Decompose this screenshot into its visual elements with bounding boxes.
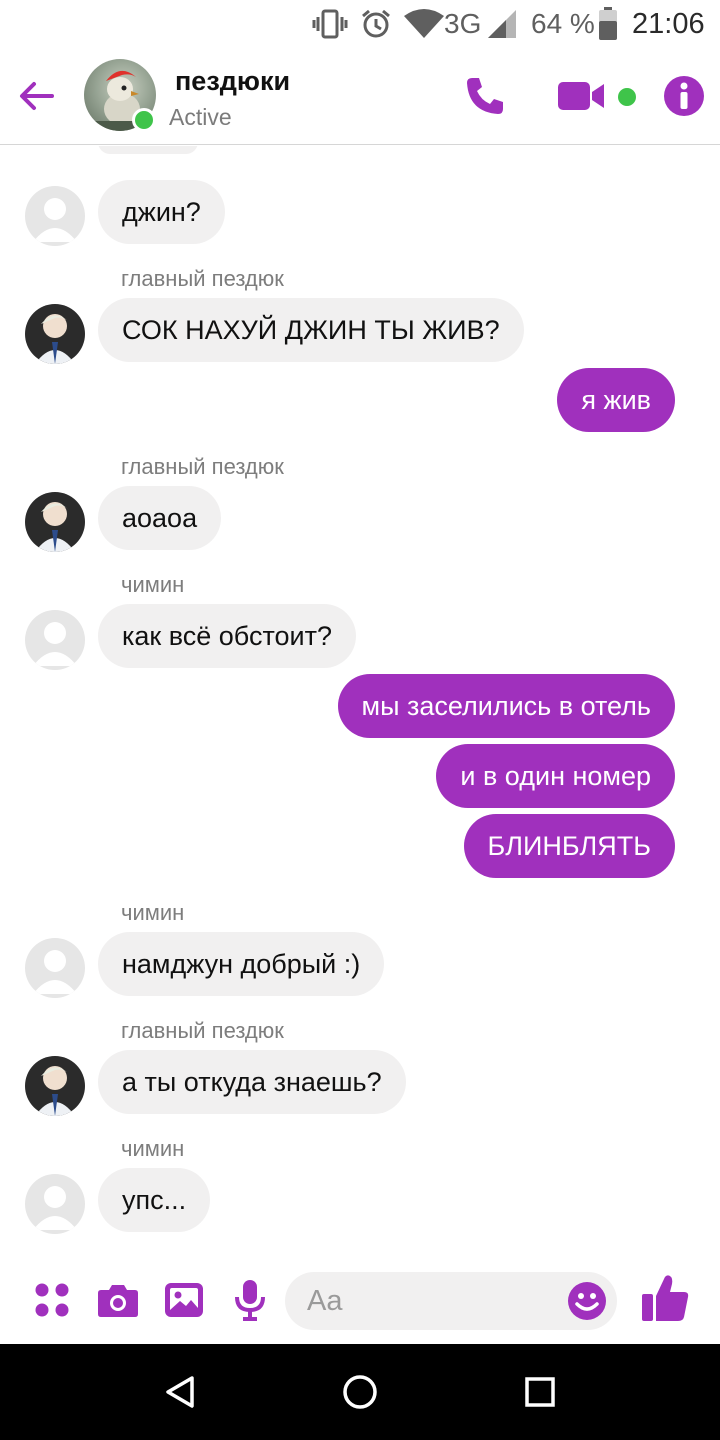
apps-icon: [35, 1283, 69, 1317]
nav-recents-button[interactable]: [516, 1368, 564, 1416]
thumbs-up-icon: [642, 1275, 689, 1321]
signal-icon: [486, 6, 518, 42]
sender-name: главный пездюк: [121, 454, 284, 479]
gallery-button[interactable]: [162, 1274, 206, 1326]
chat-title[interactable]: пездюки: [175, 66, 290, 97]
video-active-dot: [618, 88, 636, 106]
message-bubble-incoming[interactable]: намджун добрый :): [98, 932, 385, 996]
user-avatar[interactable]: [25, 492, 85, 552]
vibrate-icon: [312, 6, 348, 42]
call-button[interactable]: [460, 72, 510, 120]
default-avatar-icon[interactable]: [25, 938, 85, 998]
user-avatar[interactable]: [25, 1056, 85, 1116]
chat-header: пездюки Active: [0, 48, 720, 145]
message-bubble-incoming[interactable]: СОК НАХУЙ ДЖИН ТЫ ЖИВ?: [98, 298, 524, 362]
nav-home-button[interactable]: [336, 1368, 384, 1416]
sender-name: чимин: [121, 900, 185, 925]
message-input-box[interactable]: [285, 1272, 617, 1330]
back-arrow-icon: [20, 82, 54, 110]
battery-icon: [598, 6, 618, 42]
navigation-bar: [0, 1344, 720, 1440]
wifi-icon: [404, 6, 444, 42]
back-button[interactable]: [14, 74, 58, 118]
alarm-icon: [360, 6, 392, 42]
default-avatar-icon[interactable]: [25, 610, 85, 670]
video-camera-icon: [558, 82, 604, 110]
info-icon: [664, 76, 704, 116]
message-bubble-incoming[interactable]: упс...: [98, 1168, 211, 1232]
voice-button[interactable]: [228, 1274, 272, 1326]
message-bubble-incoming[interactable]: аоаоа: [98, 486, 222, 550]
like-button[interactable]: [638, 1272, 692, 1324]
user-avatar[interactable]: [25, 304, 85, 364]
chat-status: Active: [169, 104, 232, 130]
home-circle-icon: [343, 1375, 377, 1409]
message-input[interactable]: [307, 1272, 557, 1330]
info-button[interactable]: [662, 72, 706, 120]
default-avatar-icon[interactable]: [25, 186, 85, 246]
online-indicator: [132, 108, 156, 132]
default-avatar-icon[interactable]: [25, 1174, 85, 1234]
sender-name: главный пездюк: [121, 266, 284, 291]
emoji-button[interactable]: [567, 1281, 607, 1321]
message-composer: [0, 1256, 720, 1344]
message-bubble-outgoing[interactable]: и в один номер: [436, 744, 675, 808]
message-bubble-outgoing[interactable]: БЛИНБЛЯТЬ: [463, 814, 675, 878]
status-bar: 3G 64 % 21:06: [0, 0, 720, 48]
message-list[interactable]: джин? главный пездюк СОК НАХУЙ ДЖИН ТЫ Ж…: [0, 146, 720, 1256]
sender-name: чимин: [121, 572, 185, 597]
message-bubble-incoming[interactable]: а ты откуда знаешь?: [98, 1050, 406, 1114]
gallery-icon: [165, 1283, 203, 1317]
message-bubble-incoming[interactable]: как всё обстоит?: [98, 604, 357, 668]
message-bubble-outgoing[interactable]: мы заселились в отель: [337, 674, 675, 738]
message-bubble-outgoing[interactable]: я жив: [557, 368, 675, 432]
camera-button[interactable]: [96, 1274, 140, 1326]
emoji-icon: [568, 1282, 606, 1320]
back-triangle-icon: [166, 1376, 194, 1408]
message-bubble-incoming[interactable]: джин?: [98, 180, 225, 244]
apps-button[interactable]: [30, 1274, 74, 1326]
battery-percent: 64 %: [531, 8, 595, 39]
previous-bubble-edge: [98, 146, 198, 154]
network-type: 3G: [444, 8, 482, 39]
camera-icon: [98, 1285, 138, 1317]
microphone-icon: [235, 1280, 265, 1321]
recents-square-icon: [525, 1377, 555, 1407]
nav-back-button[interactable]: [156, 1368, 204, 1416]
phone-icon: [467, 78, 503, 114]
video-call-button[interactable]: [556, 72, 608, 120]
sender-name: главный пездюк: [121, 1018, 284, 1043]
clock: 21:06: [632, 7, 705, 40]
sender-name: чимин: [121, 1136, 185, 1161]
